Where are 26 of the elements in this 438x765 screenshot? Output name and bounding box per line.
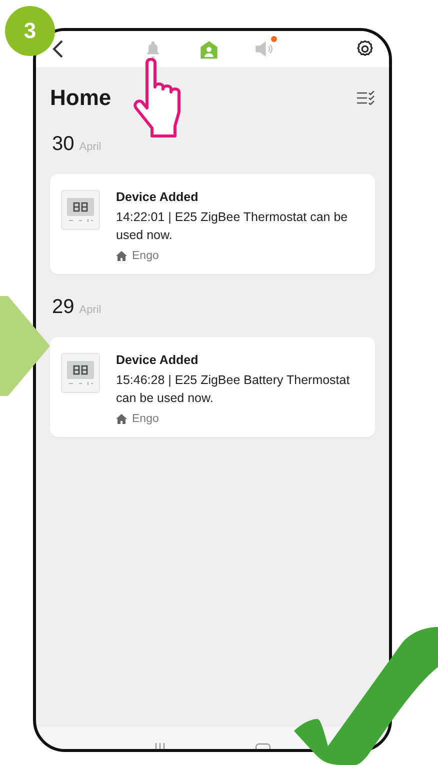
settings-button[interactable] (355, 39, 375, 59)
message-title: Device Added (116, 190, 200, 204)
notification-dot (271, 36, 277, 42)
message-card[interactable]: Device Added 15:46:28 | E25 ZigBee Battery Thermostat can be used now. Engo (50, 337, 375, 437)
date-month: April (79, 304, 102, 316)
message-title: Device Added (116, 353, 200, 367)
message-card[interactable]: Device Added 14:22:01 | E25 ZigBee Thermostat can be used now. Engo (50, 174, 375, 274)
home-name: Engo (132, 250, 159, 262)
message-text: 15:46:28 | E25 ZigBee Battery Thermostat can be used now. (116, 372, 351, 407)
date-month: April (79, 141, 102, 153)
recent-apps-icon[interactable] (154, 743, 164, 749)
step-number: 3 (5, 6, 55, 56)
date-day: 30 (52, 133, 74, 156)
home-person-icon (199, 40, 219, 58)
bell-icon (144, 40, 162, 58)
home-icon (116, 414, 127, 424)
home-icon (116, 251, 127, 261)
filter-list-button[interactable] (357, 91, 375, 105)
back-button[interactable] (52, 40, 64, 58)
date-day: 29 (52, 296, 74, 319)
thermostat-icon (61, 353, 100, 393)
page-title: Home (50, 85, 112, 111)
home-nav-icon[interactable] (254, 743, 270, 749)
message-text: 14:22:01 | E25 ZigBee Thermostat can be used now. (116, 209, 349, 244)
thermostat-icon (61, 190, 100, 230)
home-name: Engo (132, 413, 159, 425)
